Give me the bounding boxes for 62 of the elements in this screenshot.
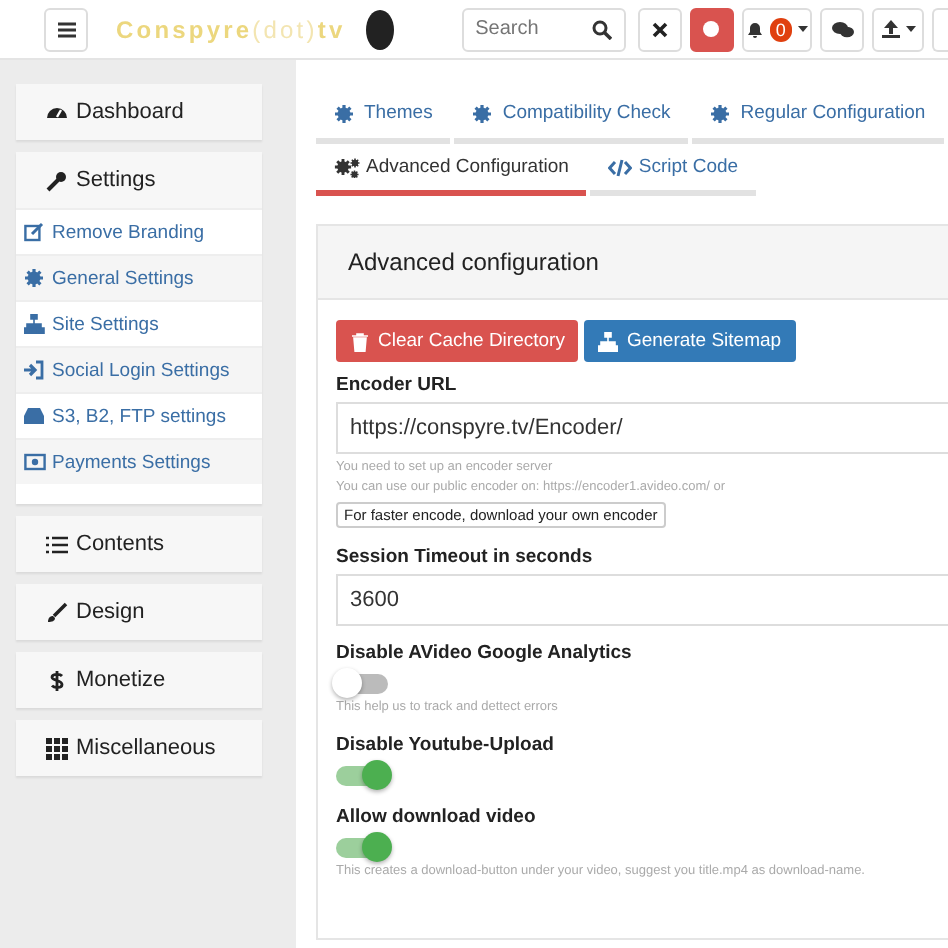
field-label: Encoder URL [336, 374, 459, 396]
sidebar-heading[interactable]: Design [16, 584, 262, 640]
gear-icon [334, 103, 358, 123]
money-icon [24, 452, 46, 472]
toggle-switch[interactable] [336, 838, 388, 858]
bell-icon [745, 20, 764, 38]
code-icon [608, 157, 633, 177]
field-label: Session Timeout in seconds [336, 546, 595, 568]
drive-icon [24, 406, 46, 426]
tab[interactable]: Script Code [590, 144, 757, 196]
gear-icon [24, 268, 46, 288]
gears-icon [334, 157, 360, 177]
brush-icon [46, 601, 68, 623]
sidebar-heading[interactable]: Contents [16, 516, 262, 572]
notifications-button[interactable]: 0 [741, 7, 813, 51]
close-button[interactable] [637, 7, 682, 51]
toggle-switch[interactable] [336, 766, 388, 786]
input-field[interactable]: 3600 [336, 574, 948, 626]
notification-count: 0 [769, 17, 792, 41]
sitemap-icon [598, 331, 619, 351]
gear-icon [710, 103, 735, 123]
search-icon [591, 19, 612, 39]
toggle-switch[interactable] [336, 674, 388, 694]
search-field[interactable]: Search [461, 7, 626, 51]
upload-icon [881, 20, 900, 38]
dollar-icon [46, 669, 68, 691]
caret-icon [797, 26, 808, 32]
record-button[interactable] [689, 7, 734, 51]
trash-icon [350, 331, 370, 351]
close-icon [651, 21, 668, 37]
circle-icon [702, 20, 721, 38]
tab[interactable]: Advanced Configuration [316, 144, 587, 196]
avatar[interactable] [365, 9, 394, 49]
sidebar-heading[interactable]: Settings [16, 152, 262, 208]
tab[interactable]: Themes [316, 88, 451, 144]
caret-icon [905, 26, 916, 32]
generate-sitemap-button[interactable]: Generate Sitemap [584, 320, 796, 362]
grid-icon [46, 737, 68, 759]
field-label: Disable AVideo Google Analytics [336, 642, 634, 664]
field-label: Disable Youtube-Upload [336, 734, 556, 756]
sidebar-heading[interactable]: Miscellaneous [16, 720, 262, 776]
sidebar-heading[interactable]: Dashboard [16, 84, 262, 140]
chat-icon [831, 21, 854, 37]
menu-icon [57, 21, 75, 37]
sidebar-heading[interactable]: Monetize [16, 652, 262, 708]
wrench-icon [46, 169, 68, 191]
input-field[interactable]: https://conspyre.tv/Encoder/ [336, 402, 948, 454]
sign-in-icon [24, 360, 46, 380]
panel-title: Advanced configuration [348, 248, 599, 276]
sidebar-item[interactable]: General Settings [16, 254, 262, 300]
sidebar-item[interactable]: Payments Settings [16, 438, 262, 484]
edit-icon [24, 222, 46, 242]
tab[interactable]: Regular Configuration [692, 88, 944, 144]
field-label: Allow download video [336, 806, 538, 828]
sitemap-icon [24, 314, 46, 334]
tab[interactable]: Compatibility Check [454, 88, 689, 144]
gear-icon [472, 103, 497, 123]
list-icon [46, 533, 68, 555]
chat-button[interactable] [820, 7, 865, 51]
sidebar-item[interactable]: Social Login Settings [16, 346, 262, 392]
upload-button[interactable] [872, 7, 924, 51]
clear-cache-button[interactable]: Clear Cache Directory [336, 320, 579, 362]
